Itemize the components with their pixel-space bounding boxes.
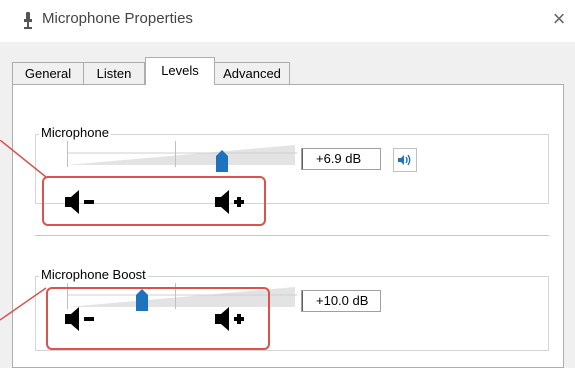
microphone-value-field[interactable]: +6.9 dB: [301, 148, 381, 170]
title-bar: Microphone Properties ×: [0, 0, 575, 42]
microphone-tick-mid: [175, 141, 176, 167]
microphone-level-wedge: [67, 145, 297, 165]
volume-up-icon: [215, 307, 244, 331]
annotation-pointer-2: [0, 287, 47, 321]
tab-listen[interactable]: Listen: [83, 62, 145, 84]
speaker-volume-icon: [398, 154, 411, 166]
close-button[interactable]: ×: [546, 6, 572, 32]
annotation-pointer-1: [0, 140, 47, 178]
microphone-mute-button[interactable]: [393, 148, 417, 172]
microphone-boost-group-label: Microphone Boost: [39, 267, 148, 282]
microphone-slider-thumb[interactable]: [216, 150, 229, 172]
tab-general[interactable]: General: [12, 62, 84, 84]
boost-value-field[interactable]: +10.0 dB: [301, 290, 381, 312]
microphone-tick-left: [67, 141, 68, 167]
tab-advanced[interactable]: Advanced: [214, 62, 290, 84]
levels-separator: [35, 235, 549, 236]
volume-up-icon: [215, 190, 244, 214]
tab-levels[interactable]: Levels: [145, 57, 215, 85]
microphone-value-text: +6.9 dB: [316, 151, 362, 166]
window-title: Microphone Properties: [42, 10, 193, 27]
boost-value-text: +10.0 dB: [316, 293, 369, 308]
microphone-icon: [24, 12, 32, 29]
volume-down-icon: [65, 307, 94, 331]
volume-down-icon: [65, 190, 94, 214]
microphone-group-label: Microphone: [39, 125, 111, 140]
